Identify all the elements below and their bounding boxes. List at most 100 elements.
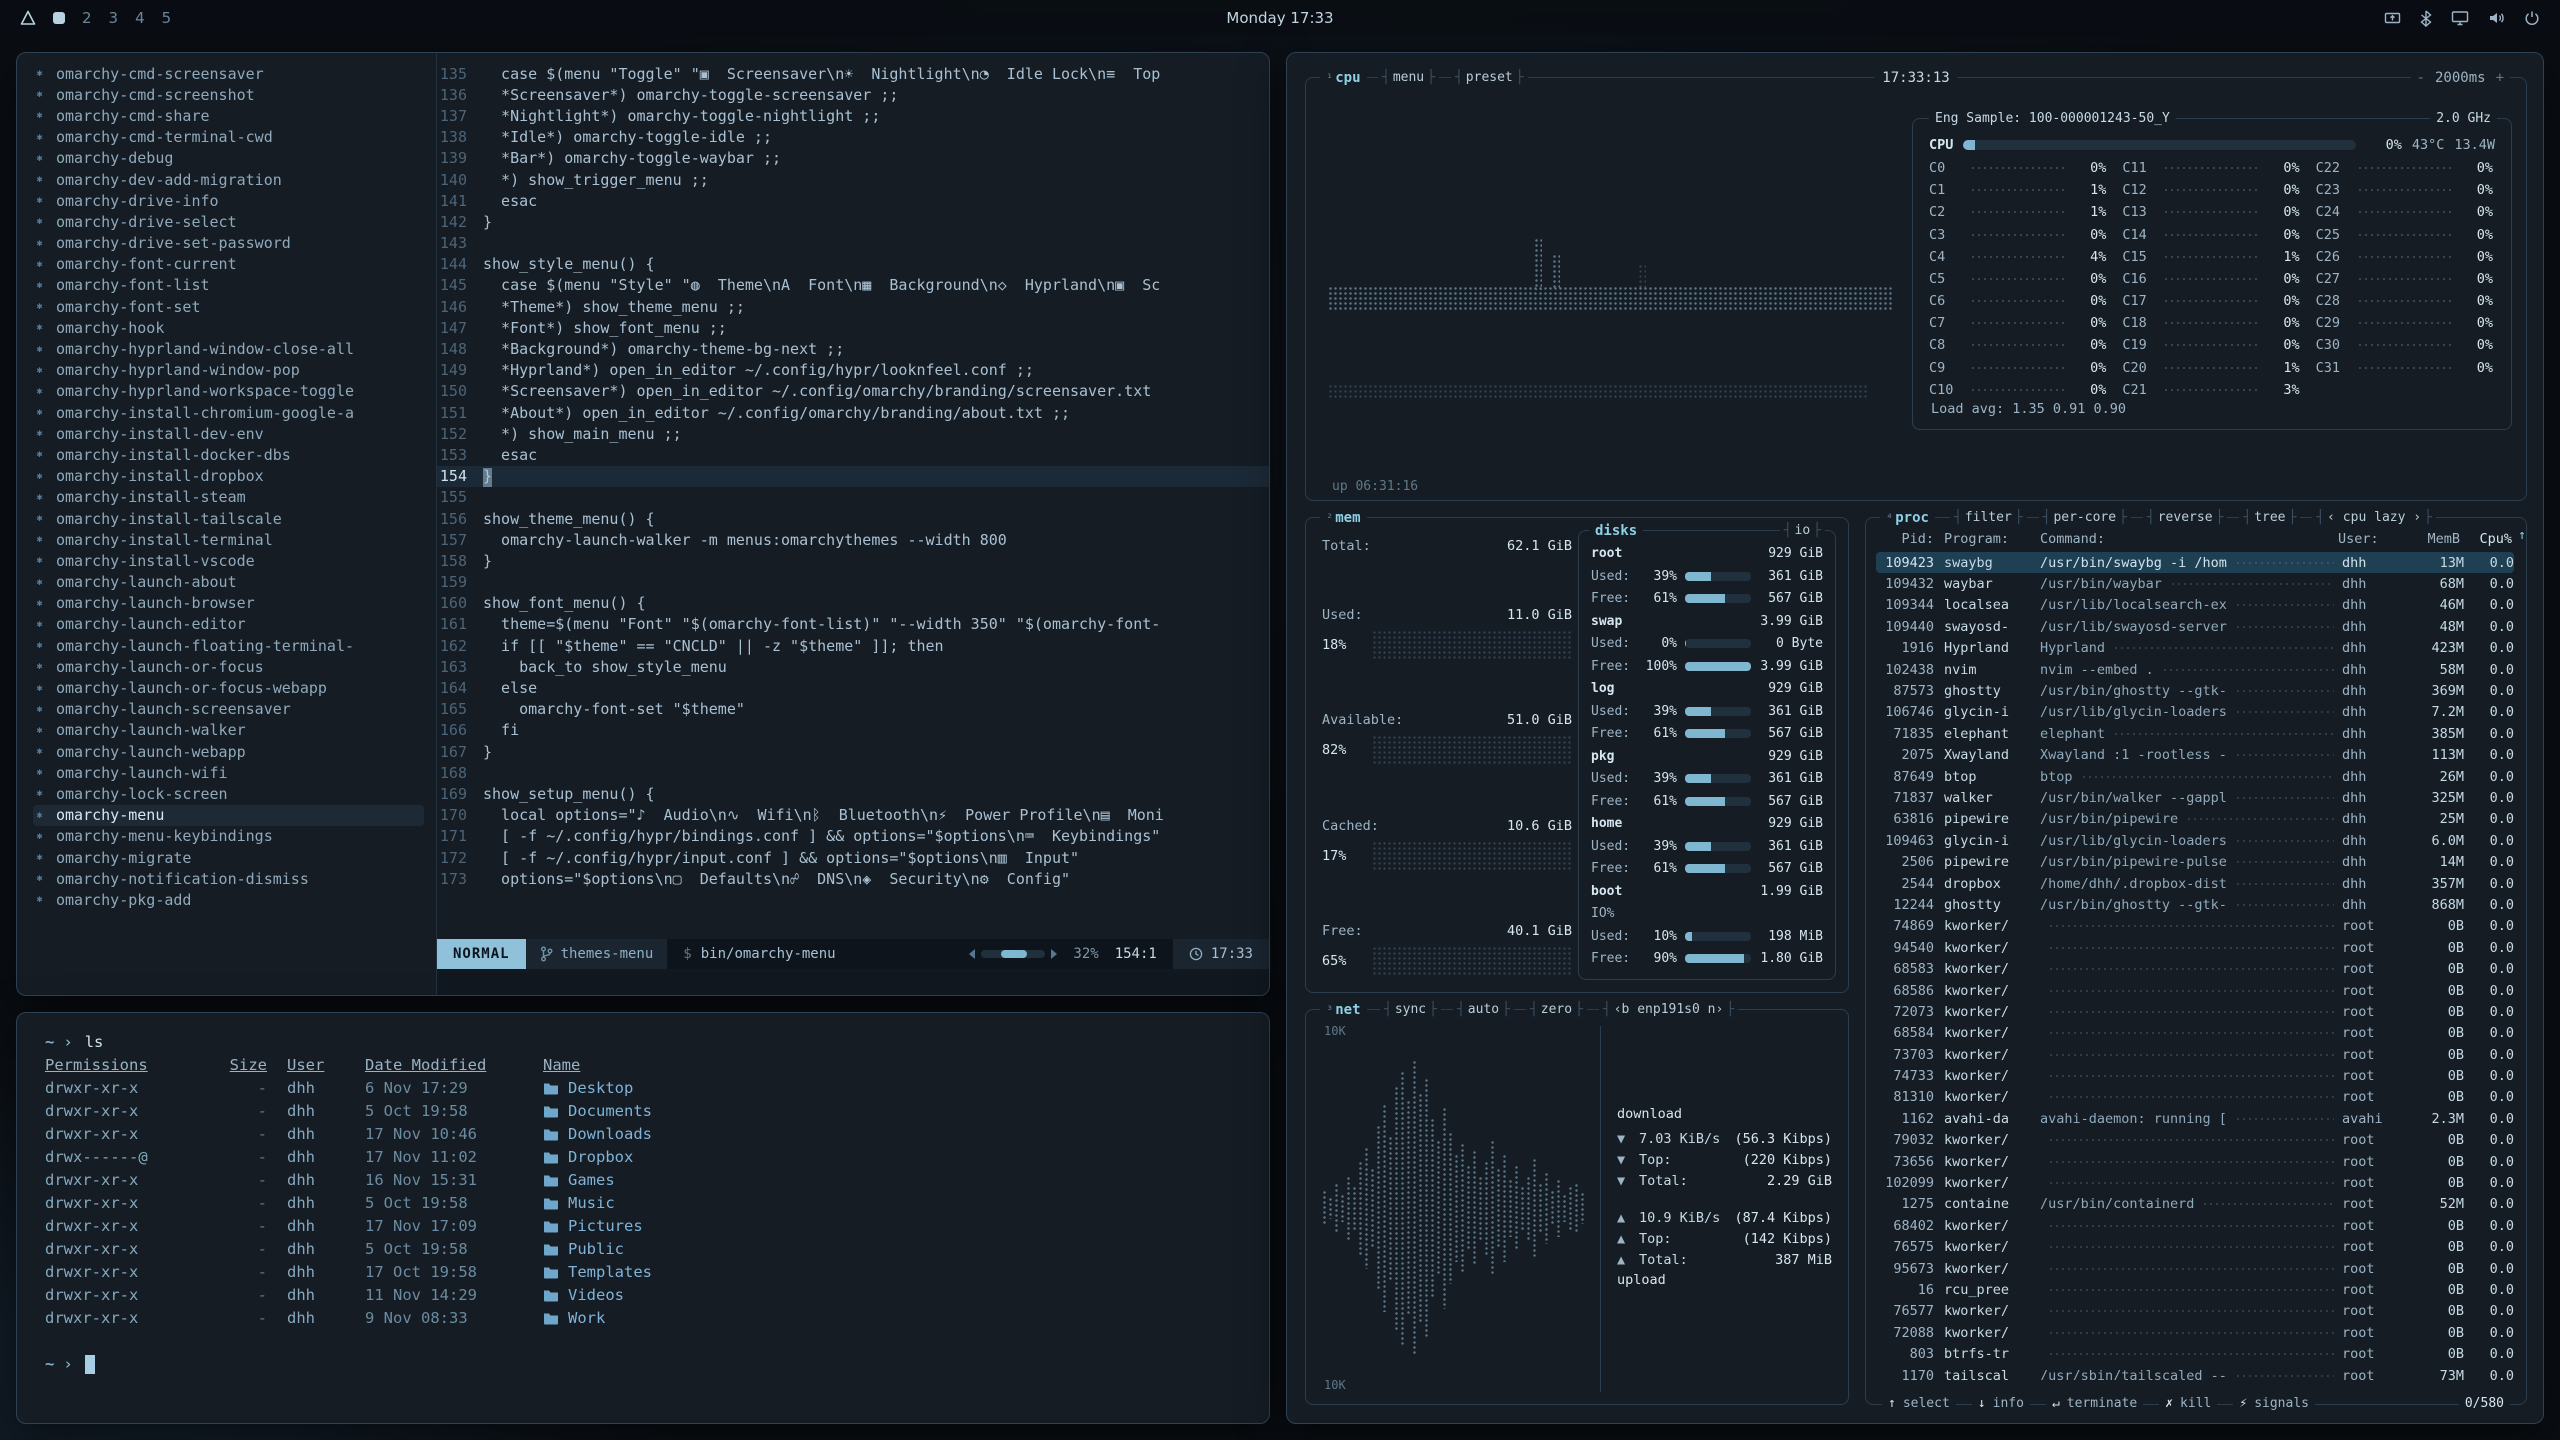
process-row[interactable]: 68583 kworker/ root 0B 0.0 [1876,958,2514,979]
proc-option-button[interactable]: per-core [2039,508,2131,528]
proc-footer-action[interactable]: ⚡ signals [2233,1394,2315,1414]
process-row[interactable]: 72088 kworker/ root 0B 0.0 [1876,1322,2514,1343]
code-line[interactable]: 138 *Idle*) omarchy-toggle-idle ;; [437,127,1269,148]
net-option-button[interactable]: sync [1380,1000,1441,1020]
code-line[interactable]: 158 } [437,550,1269,571]
process-row[interactable]: 87573 ghostty /usr/bin/ghostty --gtk- dh… [1876,680,2514,701]
code-line[interactable]: 173 options="$options\n▢ Defaults\n☍ DNS… [437,868,1269,889]
code-line[interactable]: 161 theme=$(menu "Font" "$(omarchy-font-… [437,614,1269,635]
proc-option-button[interactable]: ‹ cpu lazy › [2312,508,2436,528]
code-line[interactable]: 169 show_setup_menu() { [437,783,1269,804]
proc-option-button[interactable]: tree [2239,508,2300,528]
process-row[interactable]: 109344 localsea /usr/lib/localsearch-ex … [1876,595,2514,616]
code-line[interactable]: 139 *Bar*) omarchy-toggle-waybar ;; [437,148,1269,169]
proc-footer-action[interactable]: ✗ kill [2159,1394,2217,1414]
process-row[interactable]: 72073 kworker/ root 0B 0.0 [1876,1001,2514,1022]
file-tree-item[interactable]: omarchy-launch-walker [33,720,436,741]
process-row[interactable]: 109463 glycin-i /usr/lib/glycin-loaders … [1876,830,2514,851]
file-tree-item[interactable]: omarchy-drive-select [33,211,436,232]
sort-direction-icon[interactable]: ↑ [2518,528,2526,543]
file-tree-item[interactable]: omarchy-cmd-screensaver [33,63,436,84]
file-tree-item[interactable]: omarchy-cmd-screenshot [33,84,436,105]
code-line[interactable]: 146 *Theme*) show_theme_menu ;; [437,296,1269,317]
process-row[interactable]: 95673 kworker/ root 0B 0.0 [1876,1258,2514,1279]
net-box-title[interactable]: ³ net [1320,1000,1367,1020]
display-icon[interactable] [2451,10,2469,26]
process-row[interactable]: 79032 kworker/ root 0B 0.0 [1876,1130,2514,1151]
mem-box-title[interactable]: ² mem [1320,508,1367,528]
power-icon[interactable] [2524,10,2540,26]
process-row[interactable]: 106746 glycin-i /usr/lib/glycin-loaders … [1876,702,2514,723]
distro-logo-icon[interactable] [20,10,36,26]
code-line[interactable]: 152 *) show_main_menu ;; [437,423,1269,444]
cpu-box-title[interactable]: ¹ cpu [1320,68,1367,88]
workspace-button[interactable]: 2 [82,9,92,27]
command-line[interactable] [437,969,1269,995]
net-option-button[interactable]: zero [1526,1000,1587,1020]
process-row[interactable]: 109423 swaybg /usr/bin/swaybg -i /hom dh… [1876,552,2514,573]
file-tree-item[interactable]: omarchy-launch-webapp [33,741,436,762]
file-tree-item[interactable]: omarchy-menu [33,805,424,826]
workspace-button[interactable]: 3 [109,9,119,27]
file-tree-item[interactable]: omarchy-hyprland-window-close-all [33,338,436,359]
process-row[interactable]: 1916 Hyprland Hyprland dhh 423M 0.0 [1876,638,2514,659]
process-row[interactable]: 76575 kworker/ root 0B 0.0 [1876,1237,2514,1258]
net-option-button[interactable]: auto [1453,1000,1514,1020]
code-line[interactable]: 165 omarchy-font-set "$theme" [437,699,1269,720]
proc-option-button[interactable]: filter [1950,508,2027,528]
file-tree-item[interactable]: omarchy-launch-browser [33,593,436,614]
proc-footer-action[interactable]: ↑ select [1882,1394,1956,1414]
file-tree-item[interactable]: omarchy-migrate [33,847,436,868]
process-row[interactable]: 2506 pipewire /usr/bin/pipewire-pulse dh… [1876,851,2514,872]
proc-footer-action[interactable]: ↓ info [1972,1394,2030,1414]
prompt-line-active[interactable]: ~ › [45,1353,1269,1376]
code-line[interactable]: 140 *) show_trigger_menu ;; [437,169,1269,190]
code-line[interactable]: 137 *Nightlight*) omarchy-toggle-nightli… [437,105,1269,126]
process-row[interactable]: 102099 kworker/ root 0B 0.0 [1876,1172,2514,1193]
process-row[interactable]: 68584 kworker/ root 0B 0.0 [1876,1023,2514,1044]
menu-button[interactable]: menu [1378,68,1439,88]
process-row[interactable]: 803 btrfs-tr root 0B 0.0 [1876,1343,2514,1364]
process-row[interactable]: 81310 kworker/ root 0B 0.0 [1876,1087,2514,1108]
process-row[interactable]: 1170 tailscal /usr/sbin/tailscaled -- ro… [1876,1365,2514,1380]
file-tree-item[interactable]: omarchy-hook [33,317,436,338]
screen-share-icon[interactable] [2384,10,2401,27]
file-tree-item[interactable]: omarchy-hyprland-window-pop [33,360,436,381]
file-tree-item[interactable]: omarchy-launch-floating-terminal- [33,635,436,656]
workspace-button[interactable]: 5 [162,9,172,27]
file-tree-item[interactable]: omarchy-install-vscode [33,550,436,571]
code-line[interactable]: 144 show_style_menu() { [437,254,1269,275]
process-row[interactable]: 2075 Xwayland Xwayland :1 -rootless - dh… [1876,745,2514,766]
file-tree-item[interactable]: omarchy-font-set [33,296,436,317]
process-row[interactable]: 76577 kworker/ root 0B 0.0 [1876,1301,2514,1322]
code-line[interactable]: 145 case $(menu "Style" "◍ Theme\nA Font… [437,275,1269,296]
code-line[interactable]: 172 [ -f ~/.config/hypr/input.conf ] && … [437,847,1269,868]
file-tree-item[interactable]: omarchy-dev-add-migration [33,169,436,190]
code-line[interactable]: 141 esac [437,190,1269,211]
code-line[interactable]: 147 *Font*) show_font_menu ;; [437,317,1269,338]
proc-footer-action[interactable]: ↵ terminate [2046,1394,2143,1414]
process-row[interactable]: 68402 kworker/ root 0B 0.0 [1876,1215,2514,1236]
process-row[interactable]: 74869 kworker/ root 0B 0.0 [1876,916,2514,937]
code-line[interactable]: 155 [437,487,1269,508]
scroll-widget[interactable] [969,949,1057,959]
process-row[interactable]: 16 rcu_pree root 0B 0.0 [1876,1279,2514,1300]
code-line[interactable]: 135 case $(menu "Toggle" "▣ Screensaver\… [437,63,1269,84]
process-row[interactable]: 102438 nvim nvim --embed . dhh 58M 0.0 [1876,659,2514,680]
code-line[interactable]: 159 [437,572,1269,593]
process-row[interactable]: 12244 ghostty /usr/bin/ghostty --gtk- dh… [1876,894,2514,915]
file-tree-item[interactable]: omarchy-debug [33,148,436,169]
workspace-active-indicator[interactable] [53,12,65,24]
code-line[interactable]: 164 else [437,677,1269,698]
code-line[interactable]: 157 omarchy-launch-walker -m menus:omarc… [437,529,1269,550]
file-tree-item[interactable]: omarchy-install-dropbox [33,466,436,487]
process-row[interactable]: 109440 swayosd- /usr/lib/swayosd-server … [1876,616,2514,637]
file-tree-item[interactable]: omarchy-install-terminal [33,529,436,550]
file-tree-item[interactable]: omarchy-launch-or-focus [33,656,436,677]
code-line[interactable]: 154 } [437,466,1269,487]
code-line[interactable]: 150 *Screensaver*) open_in_editor ~/.con… [437,381,1269,402]
workspace-button[interactable]: 4 [135,9,145,27]
file-tree-item[interactable]: omarchy-cmd-terminal-cwd [33,127,436,148]
file-tree-item[interactable]: omarchy-cmd-share [33,105,436,126]
process-row[interactable]: 71837 walker /usr/bin/walker --gappl dhh… [1876,787,2514,808]
